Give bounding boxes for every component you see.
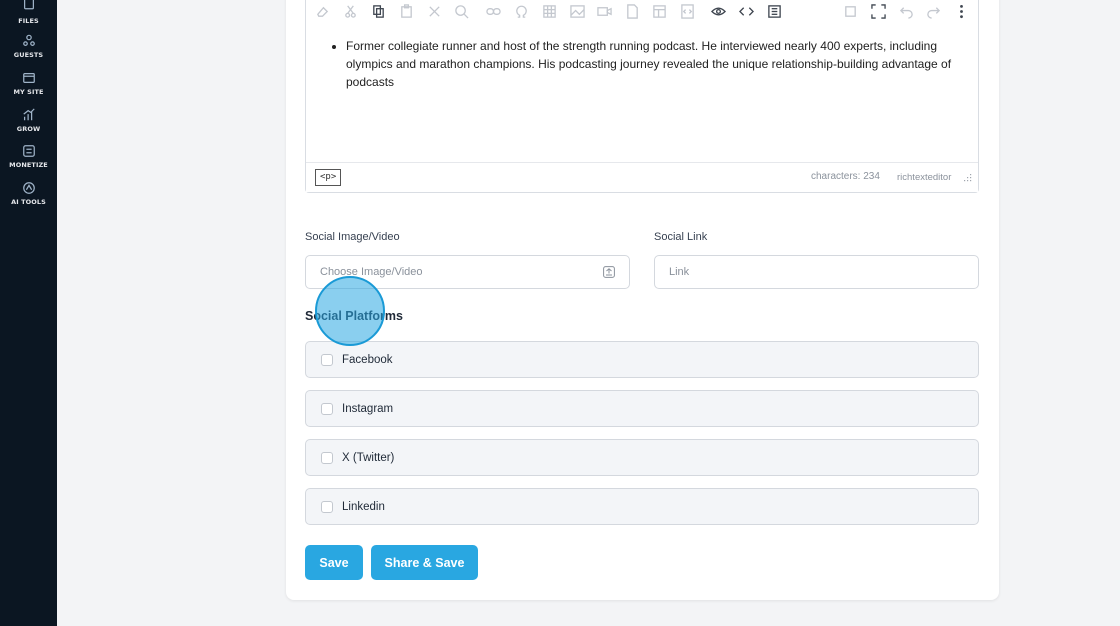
redo-icon[interactable]	[925, 3, 941, 19]
social-image-placeholder: Choose Image/Video	[320, 266, 423, 278]
platform-label: X (Twitter)	[342, 451, 395, 464]
linkedin-checkbox[interactable]	[321, 500, 333, 513]
more-vertical-icon[interactable]	[953, 3, 969, 19]
resize-handle-icon[interactable]	[964, 174, 972, 182]
platform-label: Facebook	[342, 353, 393, 366]
monetize-icon	[22, 145, 35, 157]
upload-icon[interactable]	[603, 266, 615, 278]
html-block-icon[interactable]	[679, 3, 695, 19]
my-site-icon	[22, 73, 35, 83]
platform-label: Linkedin	[342, 500, 385, 513]
document-icon[interactable]	[624, 3, 640, 19]
sidebar-item-ai-tools[interactable]: AI TOOLS	[0, 181, 57, 206]
special-char-icon[interactable]	[513, 3, 529, 19]
files-icon	[23, 0, 34, 10]
toggle-border-icon[interactable]	[842, 3, 858, 19]
editor-brand: richtexteditor	[897, 172, 952, 183]
image-icon[interactable]	[569, 3, 585, 19]
save-button[interactable]: Save	[305, 545, 363, 580]
platform-row-twitter[interactable]: X (Twitter)	[305, 439, 979, 476]
cut-icon[interactable]	[342, 3, 358, 19]
fullscreen-icon[interactable]	[870, 3, 886, 19]
sidebar-item-label: MY SITE	[13, 88, 44, 96]
social-image-input[interactable]: Choose Image/Video	[305, 255, 630, 289]
social-link-placeholder: Link	[669, 266, 690, 278]
editor-bullet-item: Former collegiate runner and host of the…	[346, 37, 966, 91]
copy-icon[interactable]	[370, 3, 386, 19]
preview-eye-icon[interactable]	[710, 3, 726, 19]
ai-tools-icon	[22, 182, 35, 194]
undo-icon[interactable]	[898, 3, 914, 19]
editor-status-bar: <p> characters: 234 richtexteditor	[306, 162, 978, 192]
clear-format-icon[interactable]	[426, 3, 442, 19]
eraser-icon[interactable]	[314, 3, 330, 19]
sidebar-item-label: MONETIZE	[9, 161, 48, 169]
sidebar: FILES GUESTS MY SITE GROW MONETIZE AI TO…	[0, 0, 57, 626]
sidebar-item-my-site[interactable]: MY SITE	[0, 71, 57, 96]
sidebar-item-label: FILES	[18, 17, 39, 25]
sidebar-item-label: GROW	[16, 125, 41, 133]
table-icon[interactable]	[541, 3, 557, 19]
search-icon[interactable]	[453, 3, 469, 19]
sidebar-item-grow[interactable]: GROW	[0, 108, 57, 133]
platform-row-facebook[interactable]: Facebook	[305, 341, 979, 378]
sidebar-item-monetize[interactable]: MONETIZE	[0, 144, 57, 169]
social-link-label: Social Link	[654, 231, 708, 243]
code-view-icon[interactable]	[738, 3, 754, 19]
rich-text-editor[interactable]: Former collegiate runner and host of the…	[305, 0, 979, 193]
link-icon[interactable]	[485, 3, 501, 19]
guests-icon	[22, 34, 35, 46]
element-path-tag[interactable]: <p>	[315, 169, 342, 186]
social-platforms-title: Social Platforms	[305, 309, 403, 323]
platform-row-linkedin[interactable]: Linkedin	[305, 488, 979, 525]
editor-content[interactable]: Former collegiate runner and host of the…	[346, 37, 966, 91]
character-count: characters: 234	[811, 171, 880, 182]
sidebar-item-guests[interactable]: GUESTS	[0, 34, 57, 59]
select-all-icon[interactable]	[766, 3, 782, 19]
platform-label: Instagram	[342, 402, 394, 415]
sidebar-item-files[interactable]: FILES	[0, 0, 57, 25]
social-image-label: Social Image/Video	[305, 231, 400, 243]
instagram-checkbox[interactable]	[321, 402, 333, 415]
facebook-checkbox[interactable]	[321, 353, 333, 366]
grow-icon	[22, 108, 35, 121]
template-icon[interactable]	[651, 3, 667, 19]
social-link-input[interactable]: Link	[654, 255, 979, 289]
twitter-checkbox[interactable]	[321, 451, 333, 464]
share-and-save-button[interactable]: Share & Save	[371, 545, 478, 580]
editor-toolbar	[306, 0, 978, 27]
platform-row-instagram[interactable]: Instagram	[305, 390, 979, 427]
video-icon[interactable]	[596, 3, 612, 19]
paste-icon[interactable]	[398, 3, 414, 19]
sidebar-item-label: GUESTS	[13, 51, 44, 59]
sidebar-item-label: AI TOOLS	[11, 198, 46, 206]
